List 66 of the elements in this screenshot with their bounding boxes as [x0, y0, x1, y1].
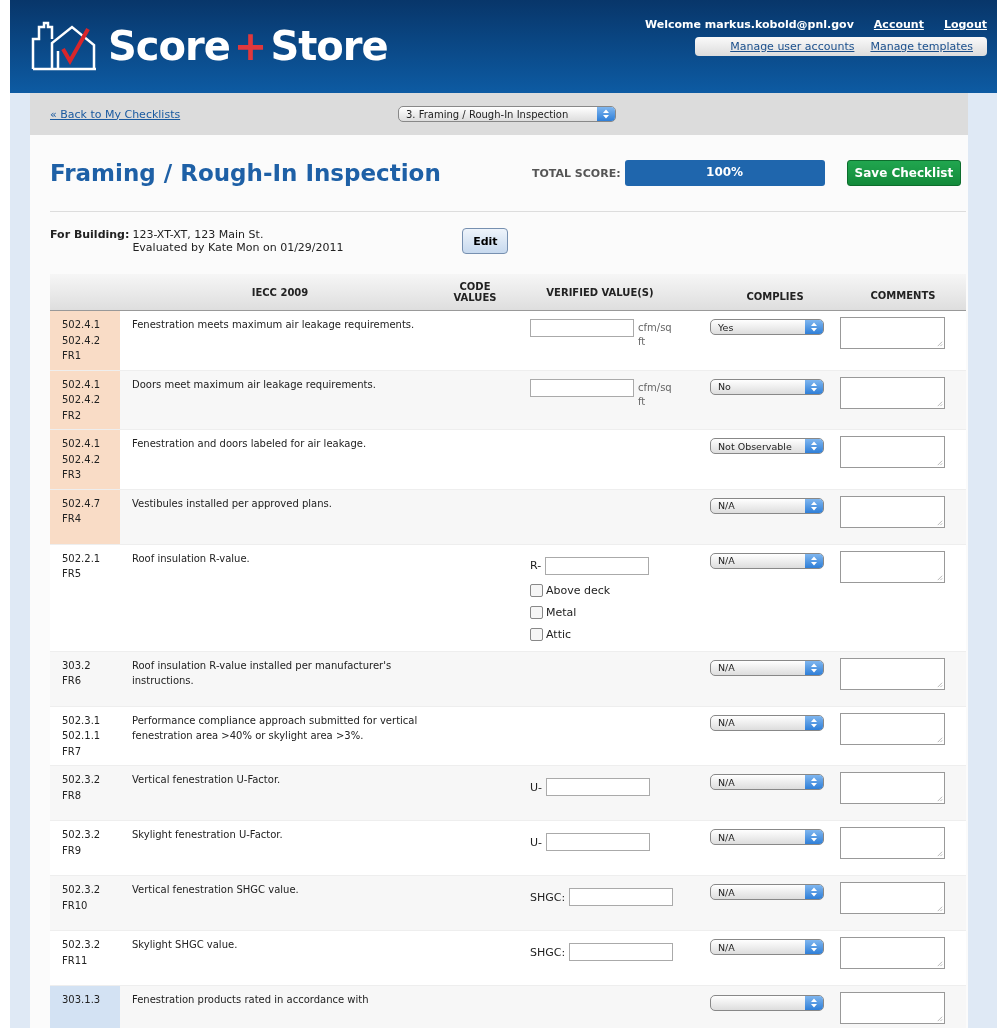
building-name: 123-XT-XT, 123 Main St.: [132, 228, 265, 241]
requirement-text: Skylight fenestration U-Factor.: [131, 828, 284, 842]
requirement-text: Performance compliance approach submitted for vertical fenestration area >40% or skylight area >3%.: [131, 713, 419, 743]
option-label: Metal: [546, 605, 577, 619]
requirement-text: Doors meet maximum air leakage requirements.: [131, 377, 377, 392]
code-cell: 502.4.7 FR4: [50, 489, 120, 544]
complies-select[interactable]: N/A: [710, 497, 824, 514]
code-cell-text: 502.3.2 FR11: [61, 938, 102, 968]
complies-select[interactable]: Yes: [710, 319, 824, 335]
score-label: TOTAL SCORE:: [532, 166, 621, 180]
account-link[interactable]: Account: [873, 18, 924, 31]
column-header: CODE VALUES: [452, 281, 498, 303]
requirement-text: Roof insulation R-value.: [131, 551, 251, 566]
code-cell-text: 502.3.2 FR8: [61, 773, 102, 803]
complies-select[interactable]: Not Observable: [710, 438, 824, 454]
complies-select[interactable]: N/A: [710, 659, 824, 676]
evaluation-info: Evaluated by Kate Mon on 01/29/2011: [132, 241, 345, 254]
account-link[interactable]: Logout: [943, 18, 987, 31]
option-label: Attic: [546, 627, 572, 641]
requirement-text: Vertical fenestration U-Factor.: [131, 773, 282, 787]
code-cell: 303.1.3: [50, 986, 120, 1028]
admin-link[interactable]: Manage templates: [870, 40, 973, 53]
unit-label: cfm/sq ft: [638, 380, 673, 409]
complies-select[interactable]: N/A: [710, 714, 824, 731]
code-cell-text: 303.2 FR6: [61, 658, 92, 688]
building-label: For Building:: [50, 228, 130, 241]
complies-select[interactable]: N/A: [710, 884, 824, 900]
requirement-text: Roof insulation R-value installed per manufacturer's instructions.: [131, 658, 393, 688]
prefix-label: SHGC:: [530, 945, 566, 959]
column-header: COMMENTS: [869, 288, 937, 301]
page-title: Framing / Rough-In Inspection: [50, 160, 442, 186]
code-cell: 502.4.1 502.4.2 FR2: [50, 370, 120, 429]
save-checklist-button[interactable]: Save Checklist: [846, 160, 962, 186]
checklist-select[interactable]: 3. Framing / Rough-In Inspection: [398, 106, 616, 122]
prefix-label: SHGC:: [530, 890, 566, 904]
back-link[interactable]: « Back to My Checklists: [50, 107, 398, 121]
column-header: COMPLIES: [745, 289, 805, 302]
complies-select[interactable]: N/A: [710, 774, 824, 790]
requirement-text: Fenestration and doors labeled for air leakage.: [131, 437, 368, 451]
prefix-label: U-: [530, 780, 543, 794]
code-cell-text: 502.3.2 FR9: [61, 828, 102, 858]
admin-link[interactable]: Manage user accounts: [730, 40, 855, 53]
complies-select[interactable]: N/A: [710, 829, 824, 845]
requirement-text: Vestibules installed per approved plans.: [131, 496, 333, 511]
code-cell-text: 502.3.1 502.1.1 FR7: [61, 713, 102, 759]
prefix-label: U-: [530, 835, 543, 849]
requirement-text: Vertical fenestration SHGC value.: [131, 883, 300, 897]
edit-button[interactable]: Edit: [462, 228, 509, 254]
score-value: 100%: [705, 165, 745, 179]
welcome-text: Welcome markus.kobold@pnl.gov: [644, 18, 854, 31]
prefix-label: R-: [530, 559, 542, 572]
requirement-text: Skylight SHGC value.: [131, 938, 239, 952]
unit-label: cfm/sq ft: [638, 321, 673, 349]
requirement-text: Fenestration products rated in accordance with: [131, 993, 370, 1007]
option-label: Above deck: [546, 583, 611, 597]
column-header: IECC 2009: [250, 286, 310, 298]
code-cell: 502.4.1 502.4.2 FR1: [50, 311, 120, 370]
code-cell: 502.4.1 502.4.2 FR3: [50, 430, 120, 489]
complies-select[interactable]: N/A: [710, 939, 824, 955]
requirement-text: Fenestration meets maximum air leakage requirements.: [131, 318, 416, 332]
code-cell-text: 502.3.2 FR10: [61, 883, 102, 913]
column-header: VERIFIED VALUE(S): [545, 286, 655, 298]
complies-select[interactable]: No: [710, 378, 824, 395]
code-cell-text: 502.2.1 FR5: [61, 551, 102, 581]
complies-select[interactable]: N/A: [710, 552, 824, 569]
brand-name: Score+Store: [108, 23, 388, 69]
